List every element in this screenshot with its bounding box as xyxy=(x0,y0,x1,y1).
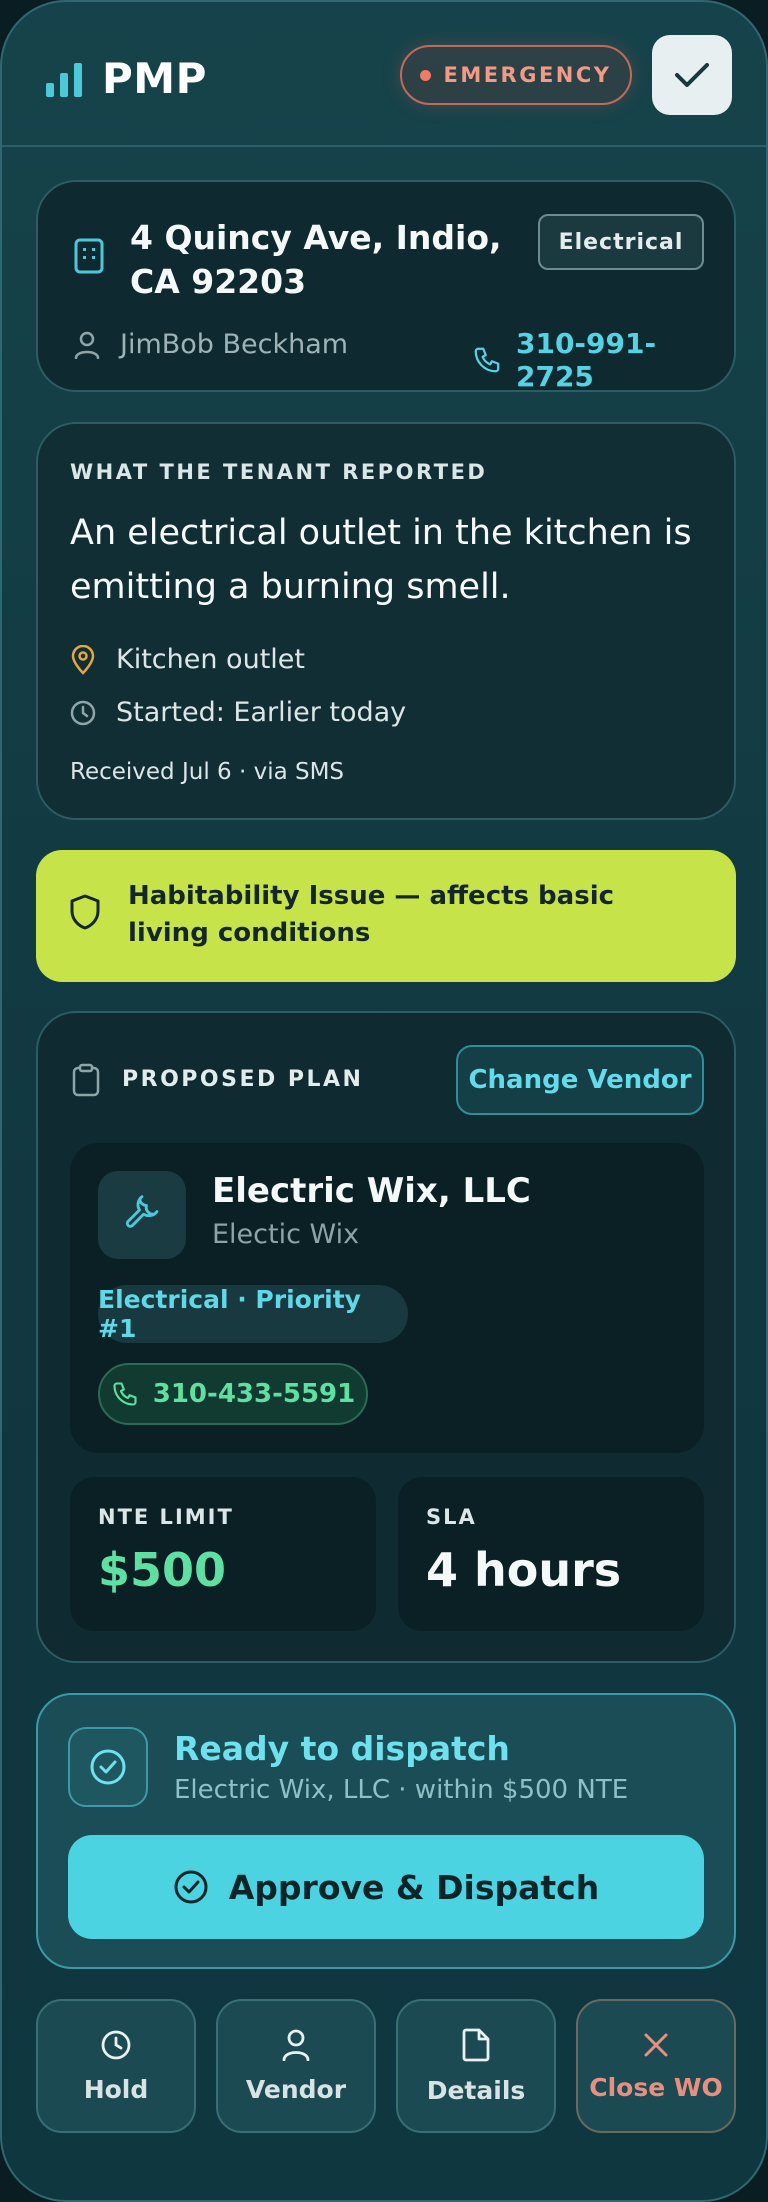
signal-bars-icon xyxy=(46,62,82,97)
phone-icon xyxy=(113,1382,137,1406)
confirm-button[interactable] xyxy=(652,35,732,115)
emergency-label: EMERGENCY xyxy=(443,63,612,87)
tenant-info: JimBob Beckham xyxy=(74,329,348,360)
location-pin-icon xyxy=(71,644,95,675)
change-vendor-button[interactable]: Change Vendor xyxy=(456,1045,704,1115)
vendor-subtitle: Electic Wix xyxy=(212,1219,360,1250)
report-eyebrow: WHAT THE TENANT REPORTED xyxy=(70,460,488,484)
shield-icon xyxy=(70,894,100,930)
report-description: An electrical outlet in the kitchen is e… xyxy=(70,513,692,607)
dispatch-title: Ready to dispatch xyxy=(174,1729,510,1768)
clipboard-icon xyxy=(72,1063,100,1097)
tenant-name: JimBob Beckham xyxy=(120,329,349,360)
close-icon xyxy=(644,2033,668,2056)
wrench-icon xyxy=(125,1195,159,1228)
check-circle-icon xyxy=(90,1749,126,1785)
vendor-name: Electric Wix, LLC xyxy=(212,1171,531,1211)
vendor-phone-button[interactable]: 310-433-5591 xyxy=(98,1363,368,1425)
hold-button[interactable]: Hold xyxy=(36,1999,196,2133)
location-row: Kitchen outlet xyxy=(70,644,305,675)
clock-icon xyxy=(70,700,96,725)
property-card: 4 Quincy Ave, Indio, CA 92203 Electrical… xyxy=(36,180,736,393)
check-circle-icon xyxy=(174,1870,208,1904)
received-text: Received Jul 6 · via SMS xyxy=(70,759,345,785)
sla-value: 4 hours xyxy=(426,1543,622,1597)
vendor-button[interactable]: Vendor xyxy=(216,1999,376,2133)
sla-box: SLA 4 hours xyxy=(398,1477,704,1631)
category-tag: Electrical xyxy=(538,214,704,270)
person-icon xyxy=(282,2029,310,2061)
nte-label: NTE LIMIT xyxy=(98,1505,234,1529)
proposed-plan-card: PROPOSED PLAN Change Vendor Electric Wix… xyxy=(36,1011,736,1663)
nte-value: $500 xyxy=(98,1543,227,1597)
vendor-phone: 310-433-5591 xyxy=(152,1379,356,1409)
app-logo: PMP xyxy=(44,54,207,103)
tenant-report-card: WHAT THE TENANT REPORTED An electrical o… xyxy=(36,422,736,820)
ready-icon-box xyxy=(68,1727,148,1807)
dispatch-card: Ready to dispatch Electric Wix, LLC · wi… xyxy=(36,1693,736,1969)
document-icon xyxy=(462,2028,490,2061)
vendor-avatar xyxy=(98,1171,186,1259)
approve-dispatch-button[interactable]: Approve & Dispatch xyxy=(68,1835,704,1939)
started-text: Started: Earlier today xyxy=(116,697,407,728)
habitability-banner: Habitability Issue — affects basic livin… xyxy=(36,850,736,982)
vendor-category-pill: Electrical · Priority #1 xyxy=(98,1285,408,1343)
tenant-phone: 310-991-2725 xyxy=(515,327,657,393)
location-text: Kitchen outlet xyxy=(116,644,305,675)
details-button[interactable]: Details xyxy=(396,1999,556,2133)
building-icon xyxy=(74,238,104,274)
phone-icon xyxy=(474,347,500,373)
started-row: Started: Earlier today xyxy=(70,697,406,728)
clock-icon xyxy=(101,2030,131,2059)
status-dot-icon xyxy=(420,69,432,81)
app-name: PMP xyxy=(102,54,207,103)
app-header: PMP EMERGENCY xyxy=(2,2,766,147)
person-icon xyxy=(74,331,100,359)
vendor-card: Electric Wix, LLC Electic Wix Electrical… xyxy=(70,1143,704,1453)
sla-label: SLA xyxy=(426,1505,477,1529)
details-label: Details xyxy=(426,2075,526,2105)
checkmark-icon xyxy=(675,63,709,87)
close-wo-label: Close WO xyxy=(589,2072,723,2102)
property-address: 4 Quincy Ave, Indio, CA 92203 xyxy=(130,218,502,301)
habitability-text: Habitability Issue — affects basic livin… xyxy=(128,881,615,948)
vendor-label: Vendor xyxy=(245,2074,347,2104)
app-screen: PMP EMERGENCY 4 Quincy Ave, Indio, CA 92… xyxy=(0,0,768,2202)
dispatch-subtitle: Electric Wix, LLC · within $500 NTE xyxy=(174,1775,629,1805)
nte-limit-box: NTE LIMIT $500 xyxy=(70,1477,376,1631)
approve-dispatch-label: Approve & Dispatch xyxy=(228,1867,600,1907)
tenant-phone-link[interactable]: 310-991-2725 xyxy=(472,327,734,393)
close-wo-button[interactable]: Close WO xyxy=(576,1999,736,2133)
emergency-badge: EMERGENCY xyxy=(400,45,632,105)
hold-label: Hold xyxy=(83,2074,149,2104)
plan-label: PROPOSED PLAN xyxy=(122,1067,364,1092)
